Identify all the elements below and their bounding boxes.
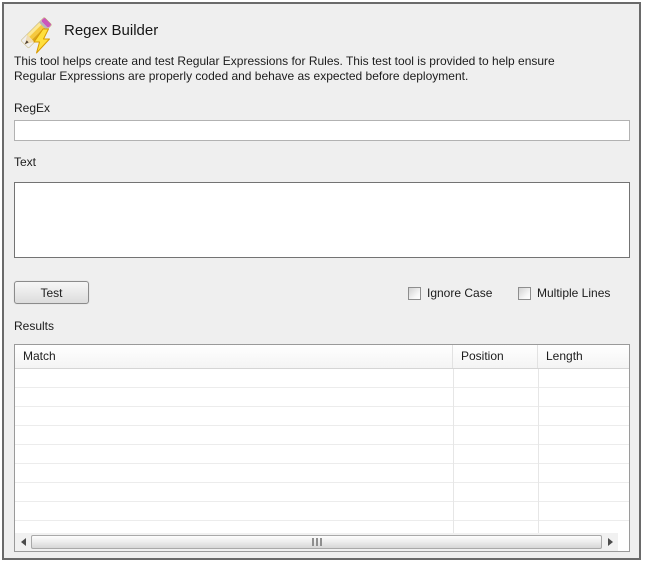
description-line-2: Regular Expressions are properly coded a… [14,69,555,84]
column-divider-length [538,369,539,533]
scrollbar-thumb[interactable] [31,535,602,549]
text-input[interactable] [14,182,630,258]
right-arrow-icon [608,538,613,546]
text-label: Text [14,155,36,169]
multiple-lines-label: Multiple Lines [537,286,610,300]
multiple-lines-checkbox-group[interactable]: Multiple Lines [518,286,610,300]
description-text: This tool helps create and test Regular … [14,54,555,83]
scroll-right-arrow[interactable] [602,533,618,551]
scrollbar-corner [618,533,629,551]
regex-label: RegEx [14,101,50,115]
multiple-lines-checkbox[interactable] [518,287,531,300]
results-table-header: Match Position Length [15,345,629,369]
scroll-left-arrow[interactable] [15,533,31,551]
column-header-match[interactable]: Match [15,345,453,368]
ignore-case-label: Ignore Case [427,286,492,300]
ignore-case-checkbox-group[interactable]: Ignore Case [408,286,492,300]
column-divider-position [453,369,454,533]
column-header-length[interactable]: Length [538,345,629,368]
ignore-case-checkbox[interactable] [408,287,421,300]
left-arrow-icon [21,538,26,546]
results-label: Results [14,319,54,333]
results-table-body [15,369,629,521]
regex-builder-panel: Regex Builder This tool helps create and… [2,2,641,560]
results-table: Match Position Length [14,344,630,552]
scrollbar-grip-icon [312,538,322,546]
horizontal-scrollbar[interactable] [15,533,629,551]
page-title: Regex Builder [64,22,158,39]
regex-input[interactable] [14,120,630,141]
test-button[interactable]: Test [14,281,89,304]
pencil-lightning-icon [16,14,56,54]
description-line-1: This tool helps create and test Regular … [14,54,555,69]
column-header-position[interactable]: Position [453,345,538,368]
